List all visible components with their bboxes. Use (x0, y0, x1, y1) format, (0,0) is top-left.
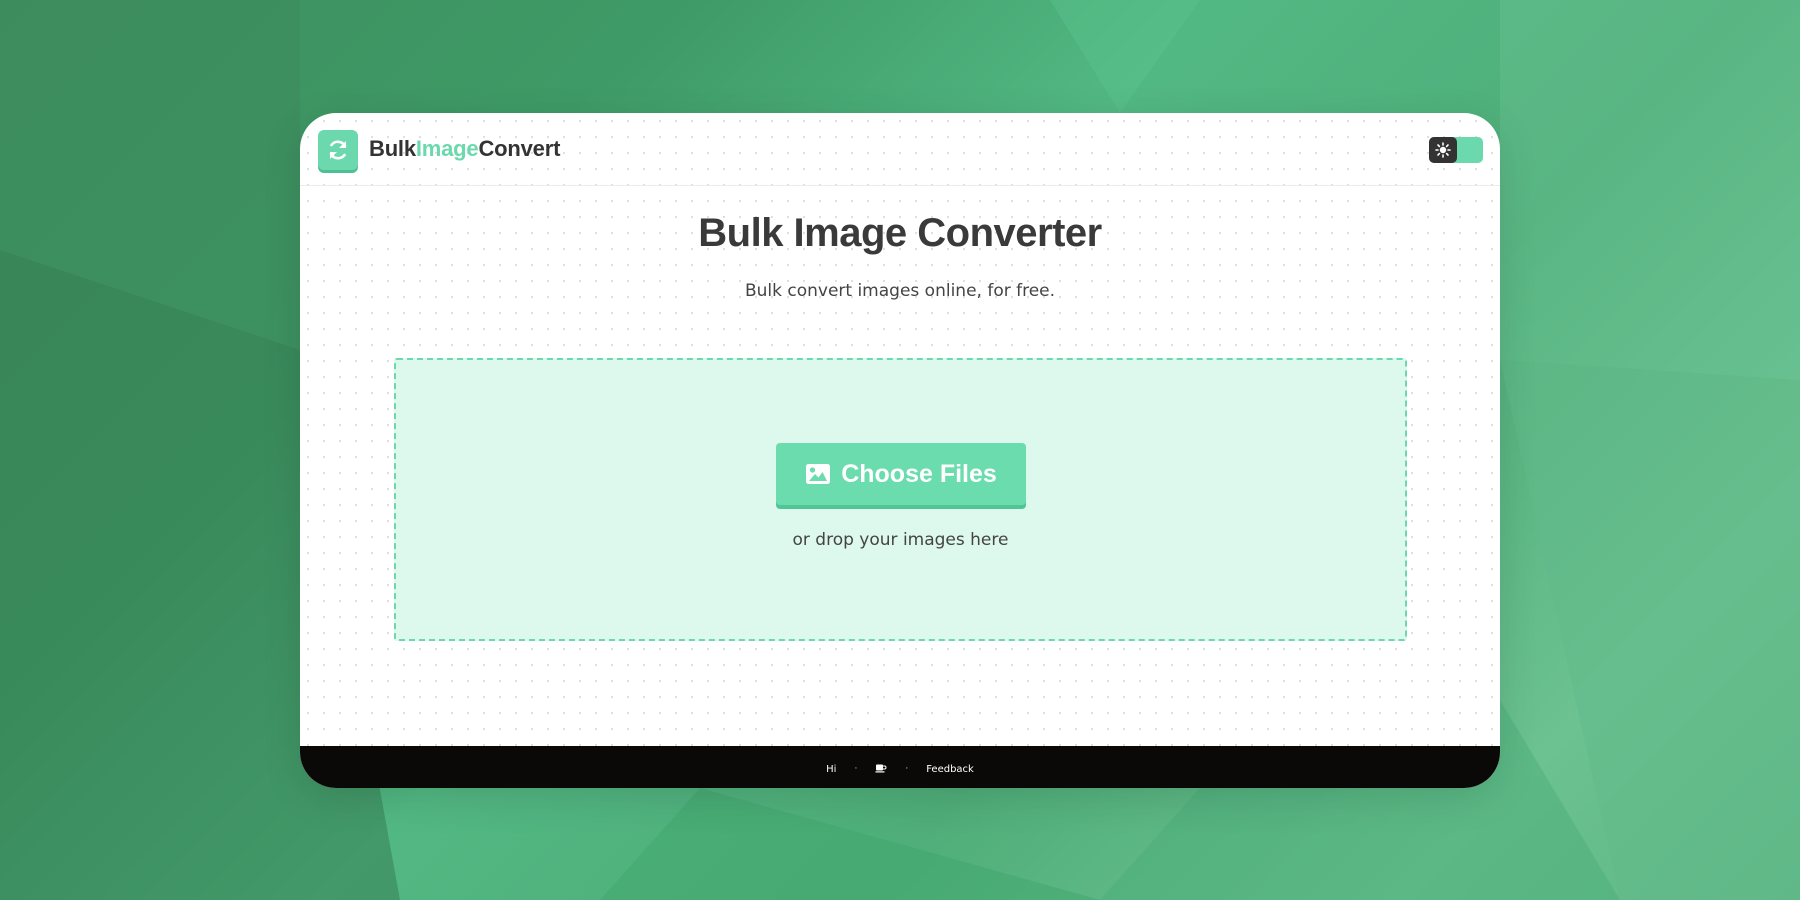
logo[interactable] (318, 130, 358, 170)
footer-coffee-link[interactable] (875, 763, 887, 776)
footer-separator: · (854, 764, 858, 774)
toggle-knob (1429, 137, 1457, 163)
refresh-icon (329, 140, 347, 160)
choose-files-button[interactable]: Choose Files (776, 443, 1026, 505)
footer-hi-link[interactable]: Hi (826, 764, 836, 775)
footer-feedback-link[interactable]: Feedback (926, 764, 974, 775)
choose-files-label: Choose Files (841, 459, 997, 488)
header: BulkImageConvert (300, 113, 1500, 186)
footer-separator: · (905, 764, 909, 774)
footer: Hi · · Feedback (300, 746, 1500, 788)
page-title: Bulk Image Converter (698, 211, 1102, 255)
file-dropzone[interactable]: Choose Files or drop your images here (394, 358, 1407, 641)
brand-part-image: Image (415, 136, 479, 161)
coffee-icon (875, 764, 887, 772)
app-window: BulkImageConvert Bulk Image Converter Bu… (300, 113, 1500, 788)
brand-name[interactable]: BulkImageConvert (369, 136, 560, 162)
brand-part-convert: Convert (478, 136, 561, 161)
page-subtitle: Bulk convert images online, for free. (744, 281, 1056, 301)
sun-icon (1435, 142, 1451, 158)
drop-hint: or drop your images here (792, 530, 1009, 550)
brand-part-bulk: Bulk (369, 136, 416, 161)
theme-toggle[interactable] (1429, 137, 1483, 163)
image-icon (806, 464, 831, 484)
